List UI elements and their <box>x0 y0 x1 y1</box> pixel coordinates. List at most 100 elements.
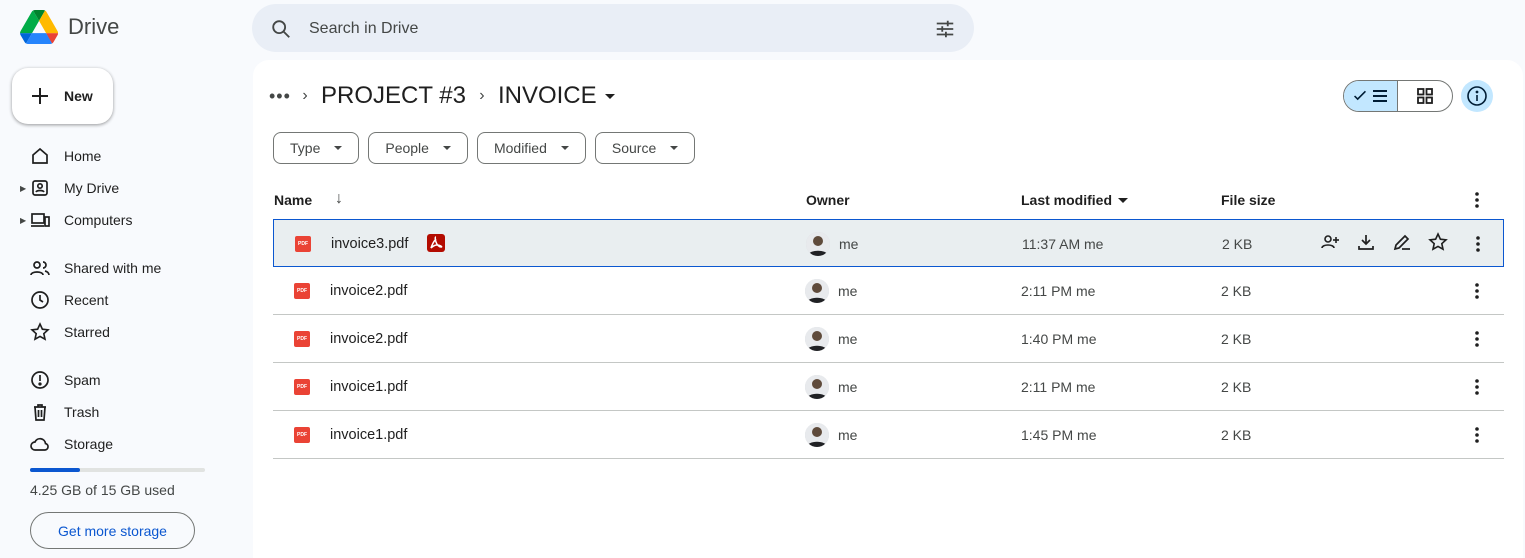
more-vert-icon[interactable] <box>1467 281 1487 301</box>
grid-icon <box>1417 88 1433 104</box>
table-row[interactable]: PDF invoice2.pdf me 2:11 PM me 2 KB <box>273 267 1504 315</box>
clock-icon <box>31 291 49 309</box>
sidebar-item-label: Starred <box>64 324 110 340</box>
owner-name: me <box>838 283 858 299</box>
last-modified: 2:11 PM me <box>1021 379 1096 395</box>
sidebar-item-label: Spam <box>64 372 101 388</box>
dropdown-arrow-icon <box>334 146 343 150</box>
share-icon[interactable] <box>1320 232 1340 252</box>
breadcrumb-current-label: INVOICE <box>497 82 597 109</box>
column-header-last-modified[interactable]: Last modified <box>1021 192 1129 208</box>
breadcrumb: ••• › PROJECT #3 › INVOICE <box>269 80 615 112</box>
search-icon[interactable] <box>270 18 292 40</box>
details-button[interactable] <box>1461 80 1493 112</box>
pdf-file-icon: PDF <box>294 379 310 395</box>
drive-logo-icon <box>20 10 58 44</box>
chip-label: People <box>385 140 429 156</box>
expand-caret-icon[interactable]: ▶ <box>20 184 28 193</box>
sidebar-item-starred[interactable]: Starred <box>0 316 240 348</box>
sidebar-item-trash[interactable]: Trash <box>0 396 240 428</box>
owner-name: me <box>838 427 858 443</box>
sidebar-item-label: My Drive <box>64 180 120 196</box>
chevron-right-icon: › <box>479 87 485 104</box>
main-panel: ••• › PROJECT #3 › INVOICE Type People M… <box>253 60 1523 558</box>
last-modified: 11:37 AM me <box>1022 236 1104 252</box>
table-row[interactable]: PDF invoice1.pdf me 1:45 PM me 2 KB <box>273 411 1504 459</box>
column-header-name[interactable]: Name <box>274 192 312 208</box>
more-vert-icon[interactable] <box>1467 329 1487 349</box>
check-icon <box>1353 90 1366 101</box>
new-button[interactable]: New <box>12 68 113 124</box>
home-icon <box>32 147 48 164</box>
filter-modified[interactable]: Modified <box>476 132 586 164</box>
owner-name: me <box>839 236 859 252</box>
filter-source[interactable]: Source <box>594 132 696 164</box>
breadcrumb-parent[interactable]: PROJECT #3 <box>321 82 466 110</box>
pdf-file-icon: PDF <box>294 427 310 443</box>
table-row[interactable]: PDF invoice1.pdf me 2:11 PM me 2 KB <box>273 363 1504 411</box>
chip-label: Type <box>290 140 321 156</box>
plus-icon <box>32 88 48 104</box>
sidebar-item-label: Storage <box>64 436 114 452</box>
column-header-file-size: File size <box>1221 192 1276 208</box>
filter-chips: Type People Modified Source <box>273 132 696 164</box>
search-options-icon[interactable] <box>934 18 956 40</box>
sidebar-item-my-drive[interactable]: ▶ My Drive <box>0 172 240 204</box>
star-icon[interactable] <box>1428 232 1448 252</box>
table-row[interactable]: PDF invoice3.pdf me 11:37 AM me 2 KB <box>273 219 1504 267</box>
app-name: Drive <box>68 14 120 39</box>
chevron-right-icon: › <box>302 87 308 104</box>
sidebar-item-home[interactable]: Home <box>0 140 240 172</box>
file-size: 2 KB <box>1221 283 1252 299</box>
download-icon[interactable] <box>1356 232 1376 252</box>
shared-icon <box>30 261 50 276</box>
filter-type[interactable]: Type <box>273 132 360 164</box>
sidebar-item-shared[interactable]: Shared with me <box>0 252 240 284</box>
cloud-icon <box>30 437 49 451</box>
row-actions <box>1320 232 1448 252</box>
storage-usage-fill <box>30 468 80 472</box>
search-bar[interactable]: Search in Drive <box>252 4 974 52</box>
list-view-button[interactable] <box>1344 81 1399 111</box>
more-vert-icon[interactable] <box>1468 234 1488 254</box>
pdf-file-icon: PDF <box>294 331 310 347</box>
breadcrumb-current[interactable]: INVOICE <box>498 82 615 110</box>
sidebar-item-label: Computers <box>64 212 133 228</box>
search-input[interactable]: Search in Drive <box>309 20 418 38</box>
acrobat-app-icon <box>427 234 445 252</box>
column-header-label: Last modified <box>1021 192 1113 208</box>
more-vert-icon[interactable] <box>1467 425 1487 445</box>
rename-icon[interactable] <box>1392 232 1412 252</box>
last-modified: 1:40 PM me <box>1021 331 1097 347</box>
file-list: PDF invoice3.pdf me 11:37 AM me 2 KB PDF… <box>273 219 1504 459</box>
avatar <box>805 279 829 303</box>
last-modified: 2:11 PM me <box>1021 283 1096 299</box>
dropdown-arrow-icon <box>1118 197 1129 203</box>
get-more-storage-button[interactable]: Get more storage <box>30 512 195 549</box>
filter-people[interactable]: People <box>368 132 468 164</box>
sidebar-item-computers[interactable]: ▶ Computers <box>0 204 240 236</box>
sidebar-item-recent[interactable]: Recent <box>0 284 240 316</box>
sidebar-item-spam[interactable]: Spam <box>0 364 240 396</box>
chip-label: Source <box>611 140 657 156</box>
dropdown-arrow-icon <box>442 146 451 150</box>
drive-logo[interactable]: Drive <box>20 10 119 44</box>
more-vert-icon[interactable] <box>1467 377 1487 397</box>
column-header-owner: Owner <box>806 192 850 208</box>
pdf-file-icon: PDF <box>295 236 311 252</box>
owner-name: me <box>838 379 858 395</box>
file-name: invoice1.pdf <box>330 427 408 443</box>
owner-name: me <box>838 331 858 347</box>
sort-arrow-down-icon[interactable]: ↓ <box>335 190 343 208</box>
more-vert-icon[interactable] <box>1467 190 1487 210</box>
last-modified: 1:45 PM me <box>1021 427 1097 443</box>
expand-caret-icon[interactable]: ▶ <box>20 216 28 225</box>
sidebar-item-storage[interactable]: Storage <box>0 428 240 460</box>
breadcrumb-more-button[interactable]: ••• <box>269 86 290 107</box>
table-row[interactable]: PDF invoice2.pdf me 1:40 PM me 2 KB <box>273 315 1504 363</box>
view-toggle <box>1343 80 1453 112</box>
file-name: invoice2.pdf <box>330 283 408 299</box>
grid-view-button[interactable] <box>1398 81 1452 111</box>
file-size: 2 KB <box>1221 379 1252 395</box>
avatar <box>806 232 830 256</box>
